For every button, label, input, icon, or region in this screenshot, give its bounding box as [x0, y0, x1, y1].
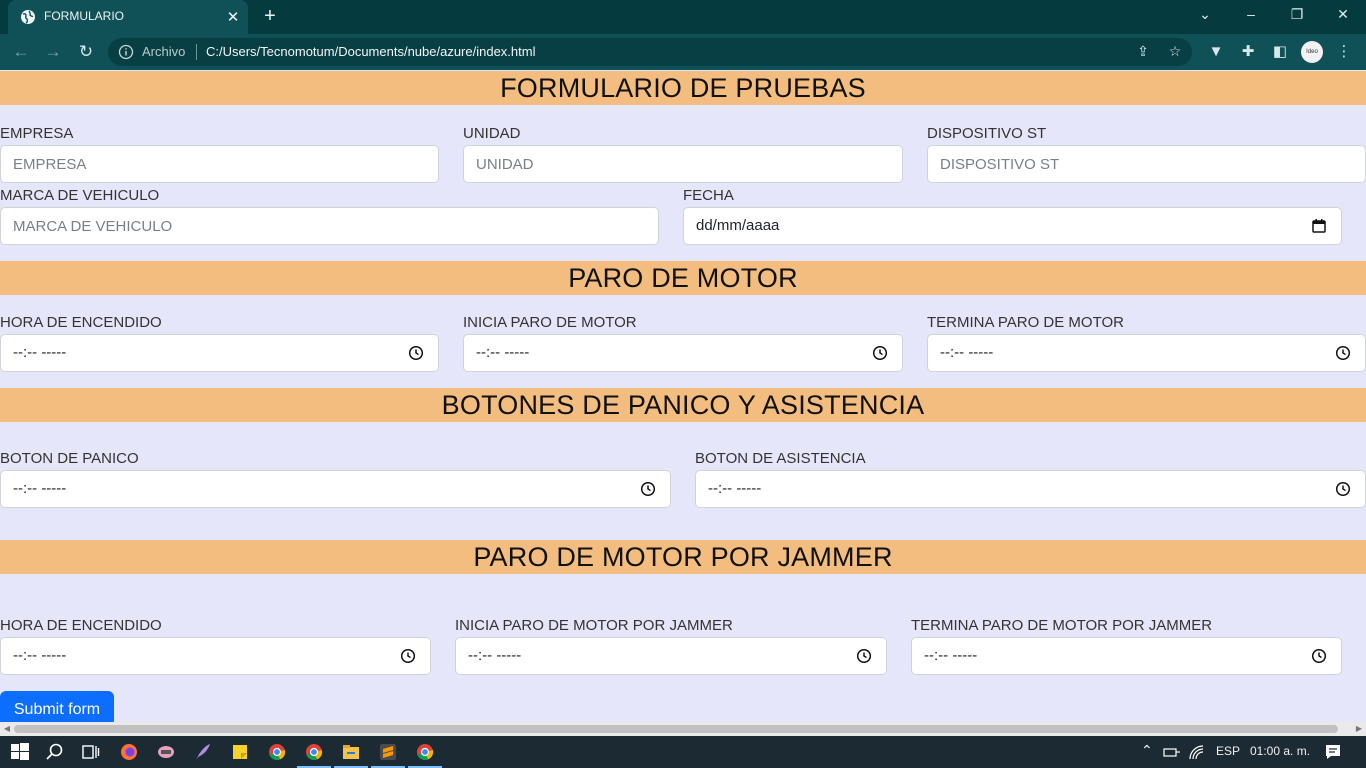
extensions-puzzle-icon[interactable]: ✚: [1238, 42, 1258, 62]
search-icon[interactable]: [44, 741, 66, 763]
form-title-banner: FORMULARIO DE PRUEBAS: [0, 71, 1366, 105]
hora-encendido-value: --:-- -----: [13, 344, 67, 361]
fecha-date-input[interactable]: dd/mm/aaaa: [683, 207, 1342, 245]
profile-avatar[interactable]: Ideo: [1301, 41, 1323, 63]
jammer-inicia-time-input[interactable]: --:-- -----: [455, 637, 887, 675]
globe-icon: [21, 10, 35, 24]
boton-panico-value: --:-- -----: [13, 480, 67, 497]
clock-icon[interactable]: [1335, 481, 1351, 497]
share-icon[interactable]: ⇪: [1134, 43, 1152, 61]
marca-input[interactable]: [0, 207, 659, 245]
scroll-right-icon[interactable]: ▶: [1352, 722, 1366, 736]
feather-app-icon[interactable]: [192, 741, 214, 763]
jammer-inicia-label: INICIA PARO DE MOTOR POR JAMMER: [455, 617, 733, 634]
boton-asistencia-time-input[interactable]: --:-- -----: [695, 470, 1366, 508]
dispositivo-input[interactable]: [927, 145, 1366, 183]
bookmark-star-icon[interactable]: ☆: [1166, 43, 1184, 61]
termina-paro-time-input[interactable]: --:-- -----: [927, 334, 1366, 372]
menu-kebab-icon[interactable]: ⋮: [1334, 42, 1354, 62]
hora-encendido-time-input[interactable]: --:-- -----: [0, 334, 439, 372]
minimize-icon[interactable]: –: [1240, 6, 1262, 22]
reload-icon[interactable]: ↻: [75, 42, 97, 62]
task-view-icon[interactable]: [79, 741, 101, 763]
new-tab-icon[interactable]: +: [260, 5, 280, 28]
close-window-icon[interactable]: ✕: [1332, 6, 1354, 23]
notifications-icon[interactable]: [1324, 743, 1342, 761]
clock-icon[interactable]: [1335, 345, 1351, 361]
address-divider: [196, 44, 197, 60]
chrome-profile-icon[interactable]: [414, 741, 436, 763]
boton-panico-time-input[interactable]: --:-- -----: [0, 470, 671, 508]
sticky-notes-icon[interactable]: [229, 741, 251, 763]
unidad-input[interactable]: [463, 145, 903, 183]
unidad-label: UNIDAD: [463, 125, 521, 142]
page-content: FORMULARIO DE PRUEBAS EMPRESA UNIDAD DIS…: [0, 70, 1366, 722]
extension-vue-icon[interactable]: ▼: [1206, 42, 1226, 62]
forward-icon[interactable]: →: [42, 42, 64, 62]
boton-panico-label: BOTON DE PANICO: [0, 450, 139, 467]
browser-tab[interactable]: FORMULARIO ✕: [8, 0, 248, 34]
paro-motor-banner: PARO DE MOTOR: [0, 261, 1366, 295]
side-panel-icon[interactable]: ◧: [1270, 42, 1290, 62]
clock-icon[interactable]: [400, 648, 416, 664]
sublime-text-icon[interactable]: [377, 741, 399, 763]
horizontal-scrollbar[interactable]: ◀ ▶: [0, 722, 1366, 736]
jammer-termina-value: --:-- -----: [924, 647, 978, 664]
botones-banner: BOTONES DE PANICO Y ASISTENCIA: [0, 388, 1366, 422]
address-bar[interactable]: Archivo C:/Users/Tecnomotum/Documents/nu…: [108, 38, 1192, 66]
clock-icon[interactable]: [408, 345, 424, 361]
chrome-icon[interactable]: [266, 741, 288, 763]
jammer-inicia-value: --:-- -----: [468, 647, 522, 664]
windows-start-icon[interactable]: [9, 741, 31, 763]
info-icon[interactable]: [118, 44, 134, 60]
inicia-paro-value: --:-- -----: [476, 344, 530, 361]
clock-icon[interactable]: [1311, 648, 1327, 664]
power-plug-icon[interactable]: [1163, 744, 1181, 760]
inicia-paro-time-input[interactable]: --:-- -----: [463, 334, 903, 372]
url-text[interactable]: C:/Users/Tecnomotum/Documents/nube/azure…: [206, 44, 535, 59]
empresa-input[interactable]: [0, 145, 439, 183]
clock-icon[interactable]: [872, 345, 888, 361]
marca-label: MARCA DE VEHICULO: [0, 187, 160, 204]
jammer-termina-label: TERMINA PARO DE MOTOR POR JAMMER: [911, 617, 1213, 634]
boton-asistencia-label: BOTON DE ASISTENCIA: [695, 450, 866, 467]
clock-icon[interactable]: [640, 481, 656, 497]
restore-icon[interactable]: ❐: [1286, 6, 1308, 23]
fecha-label: FECHA: [683, 187, 734, 204]
clock-icon[interactable]: [856, 648, 872, 664]
jammer-termina-time-input[interactable]: --:-- -----: [911, 637, 1342, 675]
tab-title: FORMULARIO: [44, 9, 125, 23]
termina-paro-label: TERMINA PARO DE MOTOR: [927, 314, 1124, 331]
show-hidden-icons-icon[interactable]: ⌃: [1141, 742, 1153, 759]
clock-time[interactable]: 01:00 a. m.: [1250, 744, 1310, 758]
scroll-left-icon[interactable]: ◀: [0, 722, 14, 736]
jammer-hora-encendido-label: HORA DE ENCENDIDO: [0, 617, 162, 634]
submit-form-button[interactable]: Submit form: [0, 691, 114, 722]
boton-asistencia-value: --:-- -----: [708, 480, 762, 497]
firefox-icon[interactable]: [118, 741, 140, 763]
browser-titlebar: FORMULARIO ✕ + ⌄ – ❐ ✕: [0, 0, 1366, 34]
language-indicator[interactable]: ESP: [1216, 744, 1240, 758]
tab-search-icon[interactable]: ⌄: [1194, 6, 1216, 23]
app-pink-icon[interactable]: [155, 741, 177, 763]
fecha-value: dd/mm/aaaa: [696, 217, 780, 234]
file-explorer-icon[interactable]: [340, 741, 362, 763]
windows-taskbar: ⌃ ESP 01:00 a. m.: [0, 736, 1366, 768]
termina-paro-value: --:-- -----: [940, 344, 994, 361]
browser-toolbar: ← → ↻ Archivo C:/Users/Tecnomotum/Docume…: [0, 34, 1366, 70]
close-tab-icon[interactable]: ✕: [224, 8, 242, 26]
empresa-label: EMPRESA: [0, 125, 74, 142]
chrome-active-icon[interactable]: [303, 741, 325, 763]
calendar-icon[interactable]: [1311, 218, 1327, 234]
jammer-hora-encendido-time-input[interactable]: --:-- -----: [0, 637, 431, 675]
jammer-hora-encendido-value: --:-- -----: [13, 647, 67, 664]
jammer-banner: PARO DE MOTOR POR JAMMER: [0, 540, 1366, 574]
dispositivo-label: DISPOSITIVO ST: [927, 125, 1047, 142]
scrollbar-thumb[interactable]: [14, 725, 1338, 733]
inicia-paro-label: INICIA PARO DE MOTOR: [463, 314, 637, 331]
scheme-label: Archivo: [142, 44, 186, 59]
back-icon[interactable]: ←: [10, 42, 32, 62]
hora-encendido-label: HORA DE ENCENDIDO: [0, 314, 162, 331]
wifi-icon[interactable]: [1188, 744, 1206, 760]
